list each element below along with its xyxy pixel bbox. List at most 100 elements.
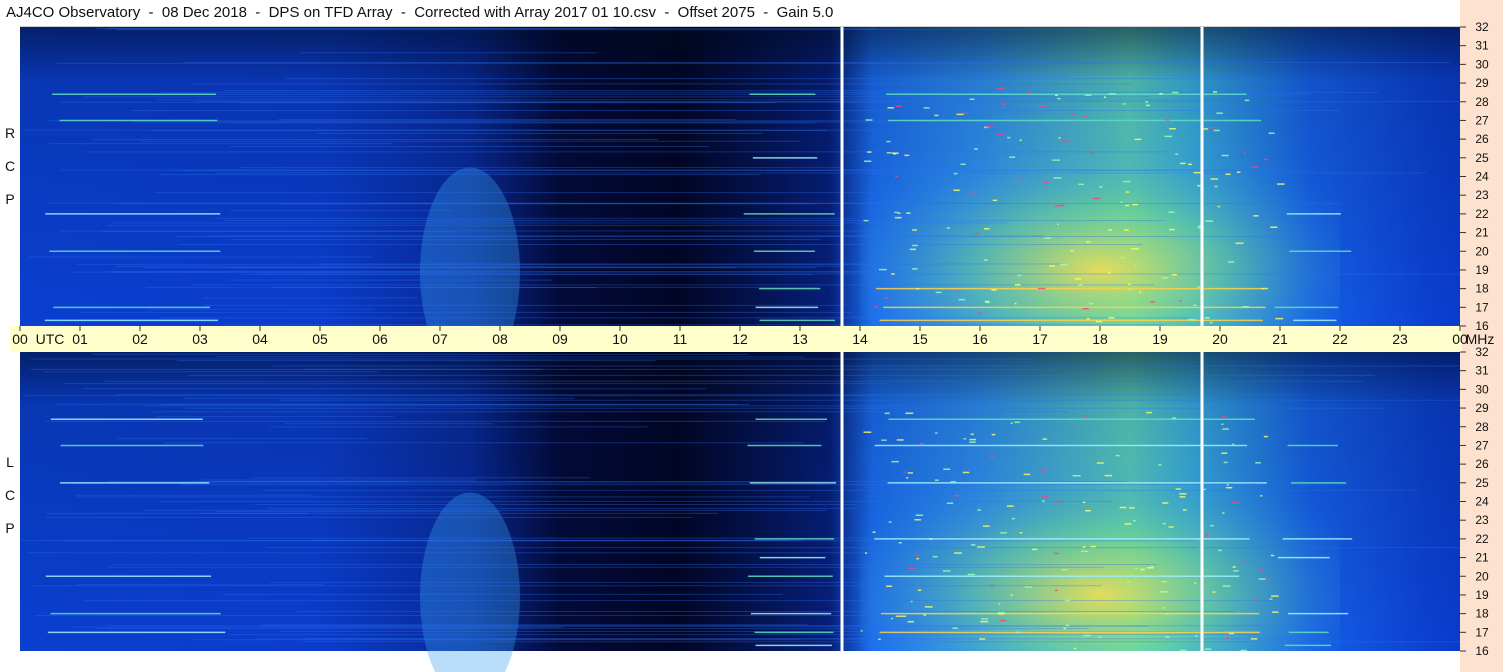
rcp-rfi-dot bbox=[1039, 105, 1047, 107]
lcp-rfi-dot bbox=[1104, 474, 1113, 477]
lcp-rfi-dot bbox=[1233, 570, 1239, 572]
rcp-rfi-dot bbox=[1090, 152, 1095, 154]
lcp-rfi-dot bbox=[1232, 502, 1239, 504]
lcp-rfi-dot bbox=[1081, 550, 1089, 553]
rcp-rfi-dot bbox=[884, 297, 889, 299]
rcp-rfi-dot bbox=[1043, 181, 1049, 184]
lcp-data-gap-line bbox=[1200, 352, 1204, 651]
rcp-rfi-dot bbox=[886, 152, 892, 154]
rcp-rfi-dot bbox=[1053, 177, 1062, 179]
rcp-rfi-dot bbox=[1208, 126, 1215, 129]
time-tick-label: 06 bbox=[372, 331, 388, 347]
lcp-rfi-dot bbox=[1061, 568, 1068, 571]
lcp-rfi-dot bbox=[1250, 638, 1258, 640]
lcp-rfi-dot bbox=[907, 620, 915, 623]
lcp-rfi-dot bbox=[1259, 569, 1263, 572]
lcp-rfi-dot bbox=[946, 502, 954, 504]
frequency-tick-label: 22 bbox=[1475, 532, 1489, 546]
frequency-tick-label: 17 bbox=[1475, 300, 1489, 314]
frequency-tick-label: 21 bbox=[1475, 551, 1489, 565]
lcp-rfi-dot bbox=[967, 573, 975, 576]
rcp-rfi-dot bbox=[977, 312, 983, 314]
lcp-rfi-dot bbox=[977, 546, 985, 548]
lcp-rfi-dot bbox=[1162, 502, 1169, 504]
rcp-rfi-dot bbox=[1212, 91, 1218, 93]
lcp-rfi-dot bbox=[1016, 631, 1022, 633]
lcp-rfi-dot bbox=[1115, 454, 1120, 457]
lcp-rfi-dot bbox=[989, 584, 995, 587]
frequency-tick-label: 28 bbox=[1475, 420, 1489, 434]
time-tick-label: 21 bbox=[1272, 331, 1288, 347]
rcp-rfi-dot bbox=[1054, 94, 1058, 97]
lcp-rfi-dot bbox=[1140, 568, 1145, 571]
rcp-rfi-dot bbox=[1179, 300, 1182, 302]
rcp-rfi-dot bbox=[1018, 178, 1023, 181]
lcp-rfi-dot bbox=[982, 525, 990, 527]
lcp-rfi-dot bbox=[914, 519, 921, 521]
lcp-rfi-dot bbox=[1266, 578, 1270, 580]
lcp-rfi-dot bbox=[1226, 484, 1229, 486]
frequency-tick-label: 20 bbox=[1475, 569, 1489, 583]
lcp-rfi-dot bbox=[1270, 595, 1279, 597]
rcp-rfi-dot bbox=[1132, 203, 1139, 206]
frequency-tick-label: 29 bbox=[1475, 401, 1489, 415]
rcp-rfi-dot bbox=[1134, 264, 1137, 267]
lcp-rfi-dot bbox=[1232, 443, 1235, 446]
lcp-rfi-dot bbox=[1194, 582, 1197, 584]
lcp-rfi-dot bbox=[1054, 589, 1058, 592]
rcp-rfi-dot bbox=[1099, 186, 1103, 188]
lcp-rfi-dot bbox=[895, 615, 899, 617]
lcp-rfi-dot bbox=[881, 439, 887, 441]
rcp-rfi-dot bbox=[1070, 113, 1075, 115]
lcp-rfi-dot bbox=[915, 514, 924, 516]
lcp-rfi-dot bbox=[1019, 531, 1023, 534]
rcp-rfi-dot bbox=[1120, 256, 1125, 259]
frequency-tick-label: 25 bbox=[1475, 151, 1489, 165]
rcp-rfi-dot bbox=[895, 105, 903, 107]
lcp-rfi-dot bbox=[910, 600, 913, 603]
lcp-rfi-dot bbox=[929, 538, 933, 540]
lcp-rfi-dot bbox=[1085, 509, 1091, 512]
rcp-rfi-dot bbox=[953, 172, 958, 175]
frequency-tick-label: 27 bbox=[1475, 113, 1489, 127]
rcp-rfi-dot bbox=[1197, 286, 1201, 288]
rcp-rfi-dot bbox=[958, 298, 966, 301]
rcp-rfi-dot bbox=[1261, 287, 1268, 290]
rcp-rfi-dot bbox=[1138, 291, 1142, 294]
rcp-rfi-dot bbox=[923, 107, 930, 109]
lcp-rfi-dot bbox=[1272, 611, 1279, 613]
rcp-spectrogram-panel bbox=[20, 27, 1460, 377]
frequency-tick-label: 19 bbox=[1475, 263, 1489, 277]
rcp-rfi-dot bbox=[1161, 277, 1169, 279]
lcp-rfi-dot bbox=[954, 552, 963, 554]
rcp-rfi-dot bbox=[1253, 215, 1259, 217]
lcp-rfi-dot bbox=[1225, 486, 1233, 489]
time-tick-label: 01 bbox=[72, 331, 88, 347]
rcp-rfi-dot bbox=[1082, 307, 1089, 310]
lcp-rfi-dot bbox=[1218, 549, 1222, 552]
rcp-data-gap-line bbox=[840, 27, 844, 326]
frequency-tick-label: 30 bbox=[1475, 57, 1489, 71]
lcp-rfi-dot bbox=[1165, 636, 1170, 638]
rcp-rfi-dot bbox=[1171, 91, 1179, 94]
lcp-rfi-dot bbox=[1042, 500, 1045, 503]
lcp-rfi-dot bbox=[1222, 428, 1229, 430]
lcp-rfi-dot bbox=[896, 439, 904, 441]
rcp-rfi-dot bbox=[1120, 201, 1123, 203]
lcp-rfi-dot bbox=[1253, 598, 1260, 601]
lcp-rfi-dot bbox=[1212, 591, 1216, 593]
lcp-rfi-dot bbox=[906, 477, 909, 479]
rcp-rfi-dot bbox=[1059, 264, 1068, 266]
rcp-rfi-dot bbox=[984, 300, 990, 303]
rcp-rfi-dot bbox=[891, 152, 899, 154]
rcp-rfi-dot bbox=[863, 219, 869, 222]
rcp-rfi-dot bbox=[1077, 284, 1083, 286]
lcp-rfi-dot bbox=[954, 494, 960, 497]
frequency-tick-label: 28 bbox=[1475, 95, 1489, 109]
rcp-rfi-dot bbox=[909, 248, 916, 251]
rcp-rfi-dot bbox=[1059, 204, 1065, 207]
time-tick-label: 16 bbox=[972, 331, 988, 347]
rcp-rfi-dot bbox=[1027, 91, 1031, 94]
rcp-rfi-dot bbox=[911, 244, 918, 247]
lcp-rfi-dot bbox=[1240, 649, 1247, 652]
